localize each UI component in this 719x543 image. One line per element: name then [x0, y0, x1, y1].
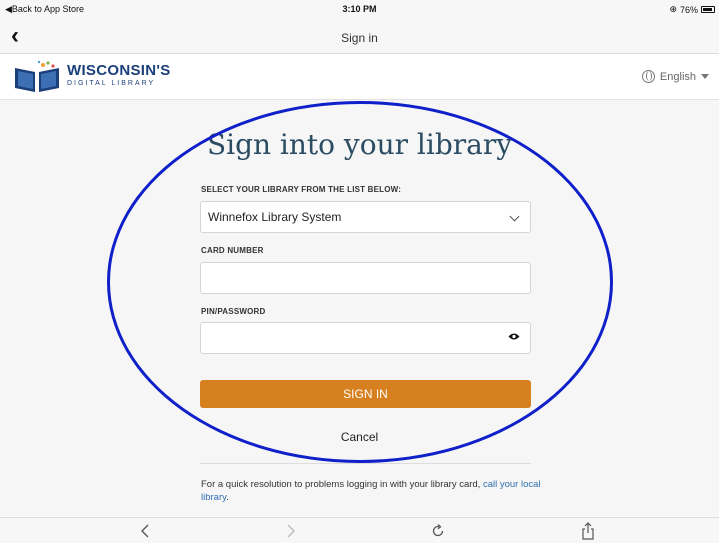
- library-select-label: SELECT YOUR LIBRARY FROM THE LIST BELOW:: [201, 185, 402, 194]
- forward-arrow-icon[interactable]: [281, 521, 301, 541]
- library-select[interactable]: Winnefox Library System: [200, 201, 531, 233]
- site-logo[interactable]: WISCONSIN'S DIGITAL LIBRARY: [13, 60, 171, 92]
- site-header: WISCONSIN'S DIGITAL LIBRARY English: [0, 54, 719, 100]
- nav-title: Sign in: [341, 31, 378, 45]
- nav-bar: ‹ Sign in: [0, 20, 719, 54]
- language-label: English: [659, 70, 696, 83]
- pin-label: PIN/PASSWORD: [201, 307, 266, 316]
- status-time: 3:10 PM: [342, 4, 377, 14]
- language-selector[interactable]: English: [641, 70, 709, 83]
- help-text-prefix: For a quick resolution to problems loggi…: [201, 479, 483, 490]
- pin-field: [200, 322, 531, 354]
- logo-text-main: WISCONSIN'S: [67, 62, 171, 79]
- browser-toolbar: [0, 517, 719, 543]
- pin-input[interactable]: [201, 323, 501, 353]
- logo-text: WISCONSIN'S DIGITAL LIBRARY: [67, 63, 171, 89]
- status-bar: ◀Back to App Store 3:10 PM ⊕ 76%: [0, 0, 719, 20]
- eye-icon[interactable]: [508, 332, 520, 341]
- status-right: ⊕ 76%: [669, 4, 715, 15]
- lock-rotation-icon: ⊕: [669, 4, 677, 14]
- back-arrow-icon[interactable]: [135, 521, 155, 541]
- sign-in-form: Sign into your library SELECT YOUR LIBRA…: [0, 101, 719, 517]
- reload-icon[interactable]: [428, 521, 448, 541]
- battery-percent: 76%: [679, 4, 698, 15]
- cancel-button[interactable]: Cancel: [0, 430, 719, 444]
- book-logo-icon: [15, 60, 59, 92]
- help-text: For a quick resolution to problems loggi…: [201, 478, 541, 504]
- battery-icon: [701, 6, 715, 13]
- share-icon[interactable]: [578, 521, 598, 541]
- divider: [200, 463, 531, 464]
- logo-text-sub: DIGITAL LIBRARY: [67, 80, 156, 87]
- card-number-label: CARD NUMBER: [201, 246, 264, 255]
- page-title: Sign into your library: [206, 128, 513, 161]
- help-text-suffix: .: [226, 492, 229, 503]
- globe-icon: [641, 70, 655, 83]
- sign-in-button[interactable]: SIGN IN: [200, 380, 531, 408]
- card-number-input[interactable]: [200, 262, 531, 294]
- library-selected-value: Winnefox Library System: [208, 210, 342, 224]
- chevron-down-icon: [509, 211, 520, 222]
- caret-down-icon: [701, 74, 709, 79]
